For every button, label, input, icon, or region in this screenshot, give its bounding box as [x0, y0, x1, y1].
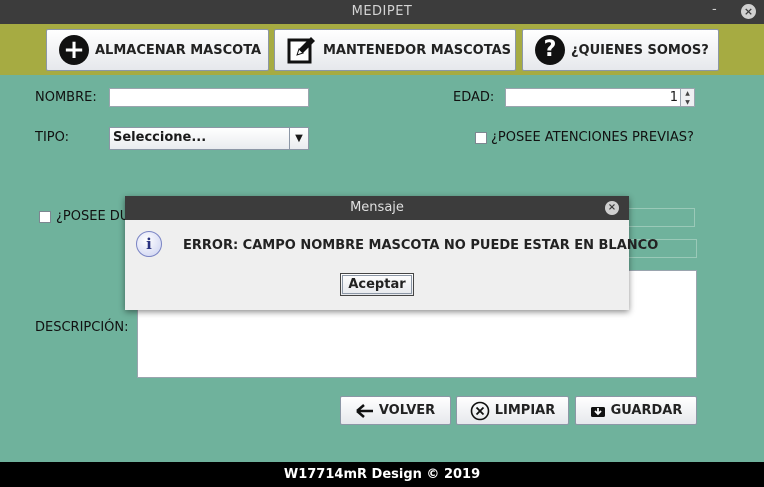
clear-button[interactable]: LIMPIAR [456, 396, 569, 425]
clear-label: LIMPIAR [494, 403, 556, 418]
store-pet-button[interactable]: + ALMACENAR MASCOTA [46, 29, 269, 71]
owner-check-label: ¿POSEE DU [56, 209, 130, 224]
minimize-icon[interactable]: - [712, 2, 726, 20]
dialog-close-icon[interactable]: × [605, 201, 619, 215]
main-toolbar: + ALMACENAR MASCOTA MANTENEDOR MASCOTAS … [0, 24, 764, 75]
maintain-pets-label: MANTENEDOR MASCOTAS [323, 42, 511, 58]
age-label: EDAD: [453, 90, 495, 105]
plus-icon: + [59, 35, 89, 65]
save-button[interactable]: GUARDAR [575, 396, 697, 425]
about-us-button[interactable]: ? ¿QUIENES SOMOS? [522, 29, 719, 71]
prior-care-label: ¿POSEE ATENCIONES PREVIAS? [491, 130, 694, 145]
info-icon: i [136, 231, 162, 257]
store-pet-label: ALMACENAR MASCOTA [95, 42, 262, 58]
dialog-title: Mensaje [125, 196, 629, 220]
name-input[interactable] [109, 88, 309, 107]
close-icon[interactable]: × [741, 4, 756, 19]
prior-care-checkbox[interactable] [475, 132, 487, 144]
back-label: VOLVER [378, 403, 436, 418]
dialog-message: ERROR: CAMPO NOMBRE MASCOTA NO PUEDE EST… [183, 238, 659, 253]
arrow-left-icon [356, 403, 374, 418]
description-label: DESCRIPCIÓN: [35, 320, 129, 335]
spinner-arrows-icon[interactable]: ▲ ▼ [680, 89, 694, 106]
name-label: NOMBRE: [35, 90, 97, 105]
accept-button[interactable]: Aceptar [340, 273, 414, 296]
maintain-pets-button[interactable]: MANTENEDOR MASCOTAS [274, 29, 516, 71]
question-icon: ? [535, 35, 565, 65]
owner-checkbox[interactable] [39, 211, 51, 223]
save-label: GUARDAR [610, 403, 683, 418]
age-value: 1 [669, 90, 678, 105]
window-titlebar: MEDIPET - × [0, 0, 764, 24]
download-tray-icon [590, 404, 606, 418]
type-label: TIPO: [35, 130, 69, 145]
back-button[interactable]: VOLVER [340, 396, 451, 425]
clear-circle-x-icon [470, 401, 490, 421]
about-us-label: ¿QUIENES SOMOS? [571, 42, 709, 58]
type-selected-value: Seleccione... [113, 130, 207, 145]
error-dialog: Mensaje × i ERROR: CAMPO NOMBRE MASCOTA … [125, 196, 658, 310]
type-select[interactable]: Seleccione... ▼ [109, 127, 309, 150]
age-spinner[interactable]: 1 ▲ ▼ [505, 88, 695, 107]
edit-icon [287, 35, 317, 65]
chevron-down-icon[interactable]: ▼ [289, 128, 308, 149]
window-title: MEDIPET [351, 4, 413, 19]
footer-credits: W17714mR Design © 2019 [0, 462, 764, 487]
